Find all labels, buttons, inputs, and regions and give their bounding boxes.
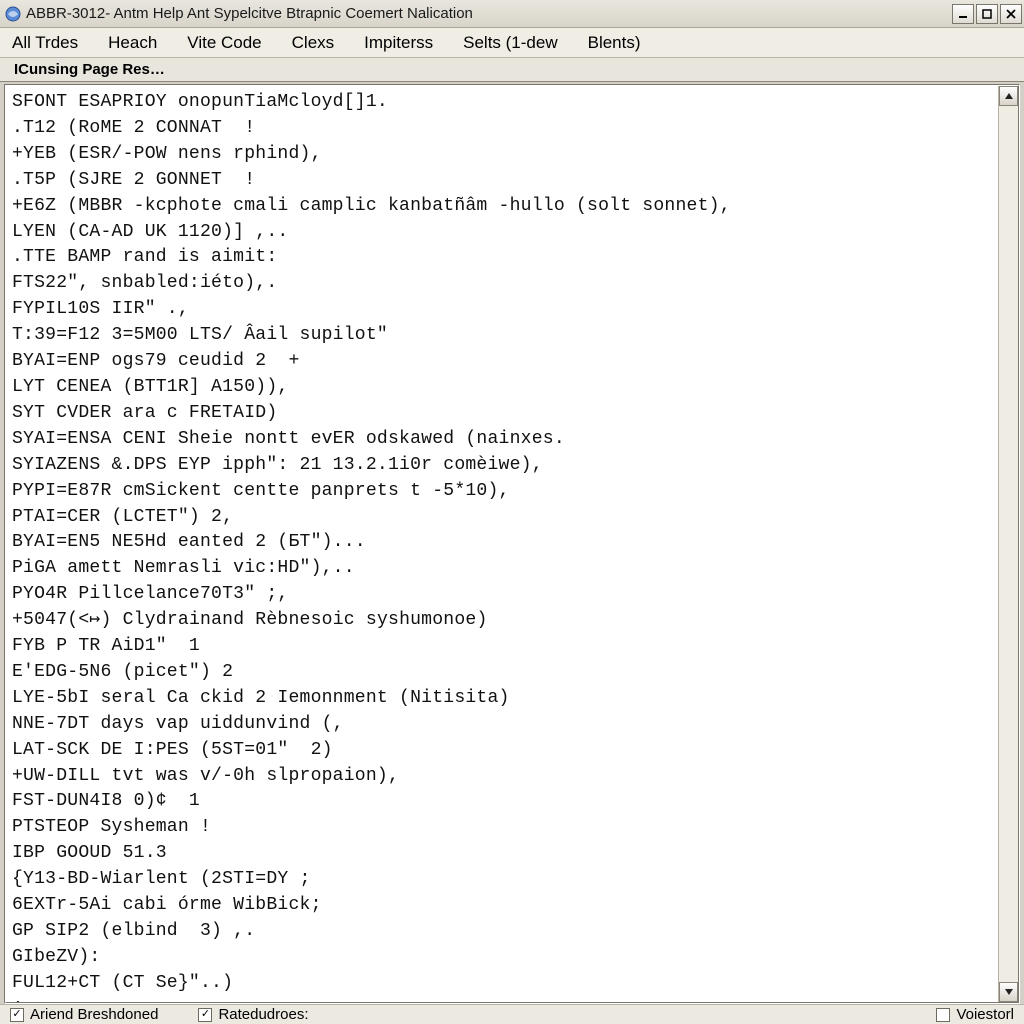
tab-active-label[interactable]: ICunsing Page Res… [8, 60, 171, 79]
checkbox-label-1: Ratedudroes: [218, 1006, 308, 1023]
scroll-up-button[interactable] [999, 86, 1018, 106]
content-frame: SFONT ESAPRIOY onopunTiaMcloyd[]1. .T12 … [4, 84, 1020, 1004]
scroll-track[interactable] [999, 106, 1018, 982]
app-icon [4, 5, 22, 23]
menu-item-6[interactable]: Blents) [584, 31, 645, 55]
menu-item-1[interactable]: Heach [104, 31, 161, 55]
menu-item-4[interactable]: Impiterss [360, 31, 437, 55]
checkbox-group-2: Voiestorl [936, 1006, 1014, 1023]
checkbox-2[interactable] [936, 1008, 950, 1022]
checkbox-group-0: ✓ Ariend Breshdoned [10, 1006, 158, 1023]
checkbox-group-1: ✓ Ratedudroes: [198, 1006, 308, 1023]
status-bar: ✓ Ariend Breshdoned ✓ Ratedudroes: Voiestorl [0, 1004, 1024, 1024]
menu-bar: All Trdes Heach Vite Code Clexs Impiterss Sel… [0, 28, 1024, 58]
maximize-button[interactable] [976, 4, 998, 24]
menu-item-3[interactable]: Clexs [288, 31, 339, 55]
title-bar: ABBR-3012- Antm Help Ant Sypelcitve Btra… [0, 0, 1024, 28]
minimize-button[interactable] [952, 4, 974, 24]
close-button[interactable] [1000, 4, 1022, 24]
content-inner: SFONT ESAPRIOY onopunTiaMcloyd[]1. .T12 … [5, 85, 1019, 1003]
checkbox-label-2: Voiestorl [956, 1006, 1014, 1023]
checkbox-1[interactable]: ✓ [198, 1008, 212, 1022]
menu-item-0[interactable]: All Trdes [8, 31, 82, 55]
window-controls [952, 4, 1022, 24]
checkbox-label-0: Ariend Breshdoned [30, 1006, 158, 1023]
window-title: ABBR-3012- Antm Help Ant Sypelcitve Btra… [26, 5, 952, 22]
vertical-scrollbar[interactable] [998, 86, 1018, 1002]
checkbox-0[interactable]: ✓ [10, 1008, 24, 1022]
menu-item-2[interactable]: Vite Code [183, 31, 265, 55]
log-text-area[interactable]: SFONT ESAPRIOY onopunTiaMcloyd[]1. .T12 … [6, 86, 998, 1002]
menu-item-5[interactable]: Selts (1-dew [459, 31, 561, 55]
tab-strip: ICunsing Page Res… [0, 58, 1024, 82]
scroll-down-button[interactable] [999, 982, 1018, 1002]
